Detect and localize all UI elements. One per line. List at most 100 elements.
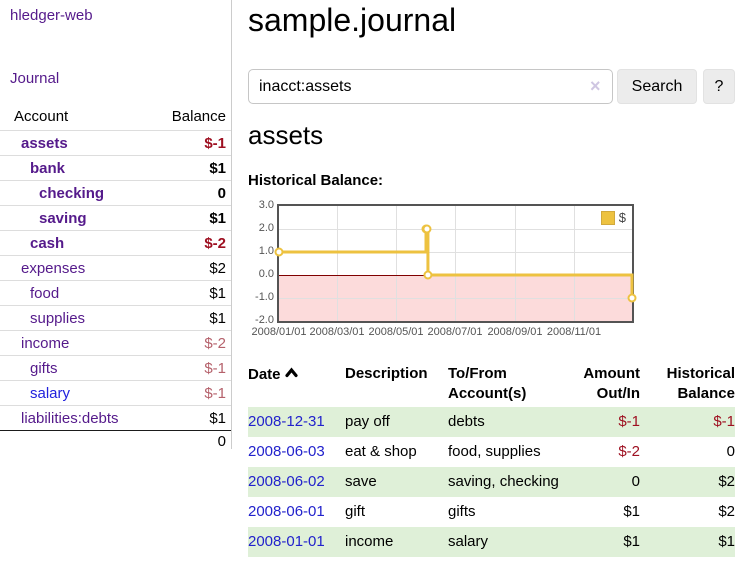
data-point-marker	[276, 249, 283, 256]
cell-date: 2008-12-31	[248, 407, 345, 437]
x-axis-tick-label: 2008/09/01	[483, 326, 547, 338]
y-axis-tick-label: 1.0	[248, 246, 274, 257]
cell-accounts: food, supplies	[448, 437, 560, 467]
sidebar-account-row: income $-2	[0, 330, 231, 355]
search-input[interactable]	[248, 69, 613, 104]
cell-accounts: gifts	[448, 497, 560, 527]
cell-date: 2008-06-02	[248, 467, 345, 497]
page-title: sample.journal	[248, 0, 735, 39]
x-axis-tick-label: 2008/01/01	[247, 326, 311, 338]
y-axis-tick-label: 0.0	[248, 269, 274, 280]
data-point-marker	[424, 272, 431, 279]
transaction-date-link[interactable]: 2008-06-03	[248, 443, 325, 460]
sidebar-account-link-bank[interactable]: bank	[0, 160, 65, 177]
balance-header: Historical Balance	[640, 361, 735, 407]
sidebar-accounts: assets $-1 bank $1 checking0 saving $1 cash $-2 e…	[0, 130, 231, 430]
cell-date: 2008-06-01	[248, 497, 345, 527]
cell-balance: $1	[640, 527, 735, 557]
sidebar-account-balance: $1	[209, 410, 226, 427]
brand-link[interactable]: hledger-web	[10, 7, 93, 24]
cell-amount: 0	[560, 467, 640, 497]
cell-amount: $-2	[560, 437, 640, 467]
sidebar-account-row: assets $-1	[0, 130, 231, 155]
accounts-header: To/From Account(s)	[448, 361, 560, 407]
cell-description: save	[345, 467, 448, 497]
sidebar-account-row: checking0	[0, 180, 231, 205]
sidebar-account-link-assets[interactable]: assets	[0, 135, 68, 152]
transaction-date-link[interactable]: 2008-06-02	[248, 473, 325, 490]
sidebar-account-link-saving[interactable]: saving	[0, 210, 87, 227]
legend-label: $	[619, 210, 626, 225]
transaction-date-link[interactable]: 2008-12-31	[248, 413, 325, 430]
cell-accounts: saving, checking	[448, 467, 560, 497]
sidebar-account-row: expenses$2	[0, 255, 231, 280]
sidebar-account-balance: $1	[209, 160, 226, 177]
sidebar-account-row: gifts$-1	[0, 355, 231, 380]
total-balance: 0	[218, 433, 226, 450]
sidebar-account-balance: $-2	[204, 335, 226, 352]
sidebar-account-row: salary$-1	[0, 380, 231, 405]
x-axis-tick-label: 2008/07/01	[423, 326, 487, 338]
register-table: Date Description To/From Account(s) Amou…	[248, 361, 735, 557]
cell-description: eat & shop	[345, 437, 448, 467]
sidebar-account-row: supplies $1	[0, 305, 231, 330]
cell-accounts: salary	[448, 527, 560, 557]
sidebar-item-journal[interactable]: Journal	[10, 70, 59, 87]
y-axis-tick-label: -1.0	[248, 292, 274, 303]
legend-swatch-icon	[601, 211, 615, 225]
balance-column-label: Balance	[172, 108, 226, 125]
cell-date: 2008-06-03	[248, 437, 345, 467]
cell-balance: 0	[640, 437, 735, 467]
account-tree-header: Account Balance	[0, 106, 231, 130]
sort-by-date-header[interactable]: Date	[248, 361, 345, 407]
account-tree-total-row: 0	[0, 430, 231, 454]
register-row: 2008-06-03 eat & shopfood, supplies$-20	[248, 437, 735, 467]
sidebar-account-link-salary[interactable]: salary	[0, 385, 70, 402]
account-column-label: Account	[14, 108, 68, 125]
balance-chart: $ 3.02.01.00.0-1.0-2.02008/01/012008/03/…	[248, 204, 735, 344]
sidebar-account-link-expenses[interactable]: expenses	[0, 260, 85, 277]
sidebar-account-row: cash $-2	[0, 230, 231, 255]
series-line	[279, 206, 632, 321]
search-button[interactable]: Search	[617, 69, 697, 104]
sidebar-account-balance: $-2	[204, 235, 226, 252]
sidebar-account-link-checking[interactable]: checking	[0, 185, 104, 202]
sidebar-account-balance: $-1	[204, 135, 226, 152]
sidebar-account-link-liabilities-debts[interactable]: liabilities:debts	[0, 410, 119, 427]
sidebar-account-balance: $1	[209, 285, 226, 302]
register-row: 2008-01-01incomesalary$1$1	[248, 527, 735, 557]
cell-balance: $2	[640, 467, 735, 497]
x-axis-tick-label: 2008/03/01	[305, 326, 369, 338]
sidebar-account-row: saving $1	[0, 205, 231, 230]
sidebar: hledger-web Journal Account Balance asse…	[0, 0, 232, 449]
sidebar-account-link-income[interactable]: income	[0, 335, 69, 352]
data-point-marker	[423, 226, 430, 233]
chart-legend: $	[599, 209, 628, 226]
cell-amount: $-1	[560, 407, 640, 437]
cell-balance: $2	[640, 497, 735, 527]
sidebar-account-row: food $1	[0, 280, 231, 305]
cell-amount: $1	[560, 497, 640, 527]
transaction-date-link[interactable]: 2008-01-01	[248, 533, 325, 550]
y-axis-tick-label: -2.0	[248, 315, 274, 326]
sidebar-account-link-food[interactable]: food	[0, 285, 59, 302]
y-axis-tick-label: 3.0	[248, 200, 274, 211]
cell-accounts: debts	[448, 407, 560, 437]
sort-ascending-icon	[285, 364, 298, 384]
register-row: 2008-12-31pay offdebts$-1$-1	[248, 407, 735, 437]
sidebar-account-link-cash[interactable]: cash	[0, 235, 64, 252]
transaction-date-link[interactable]: 2008-06-01	[248, 503, 325, 520]
cell-description: pay off	[345, 407, 448, 437]
y-axis-tick-label: 2.0	[248, 223, 274, 234]
sidebar-account-link-gifts[interactable]: gifts	[0, 360, 58, 377]
sidebar-account-link-supplies[interactable]: supplies	[0, 310, 85, 327]
description-header: Description	[345, 361, 448, 407]
clear-search-icon[interactable]: ×	[590, 76, 601, 97]
data-point-marker	[629, 295, 636, 302]
sidebar-account-balance: $1	[209, 310, 226, 327]
sidebar-account-row: bank $1	[0, 155, 231, 180]
cell-description: gift	[345, 497, 448, 527]
help-button[interactable]: ?	[703, 69, 735, 104]
sidebar-account-balance: $1	[209, 210, 226, 227]
cell-date: 2008-01-01	[248, 527, 345, 557]
